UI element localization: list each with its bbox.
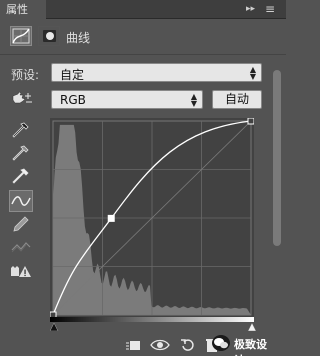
preset-select[interactable]: 自定 ▲ ▼ xyxy=(51,63,262,82)
watermark-text: 极致设计 xyxy=(234,338,267,356)
sample-white-point-eyedropper-icon[interactable] xyxy=(9,166,33,188)
on-image-adjust-hand-icon[interactable] xyxy=(10,90,34,108)
preset-label: 预设: xyxy=(11,68,40,82)
smooth-curve-icon[interactable] xyxy=(9,236,33,258)
curve-control-point[interactable] xyxy=(107,214,115,222)
black-point-slider-handle[interactable] xyxy=(50,322,59,331)
channel-value: RGB xyxy=(60,93,86,107)
curves-adjustment-icon[interactable] xyxy=(10,26,32,46)
panel-titlebar: 属性 ▸▸ ≡ xyxy=(0,0,286,19)
reset-icon[interactable] xyxy=(180,337,196,353)
curves-graph[interactable] xyxy=(49,117,255,319)
collapse-panel-icon[interactable]: ▸▸ xyxy=(246,0,255,19)
watermark: 极致设计 xyxy=(212,334,276,356)
toggle-visibility-eye-icon[interactable] xyxy=(150,337,170,353)
layer-mask-icon[interactable] xyxy=(38,26,60,46)
panel-menu-icon[interactable]: ≡ xyxy=(265,0,275,19)
sample-black-point-eyedropper-icon[interactable] xyxy=(9,120,33,142)
white-point-slider-handle[interactable] xyxy=(247,322,256,331)
clipping-warning-icon[interactable] xyxy=(9,261,33,283)
select-arrows-icon: ▲ ▼ xyxy=(249,65,256,81)
curve-control-point[interactable] xyxy=(247,117,255,125)
adjustment-title: 曲线 xyxy=(66,31,91,45)
sample-gray-point-eyedropper-icon[interactable] xyxy=(9,143,33,165)
properties-tab[interactable]: 属性 xyxy=(0,0,46,19)
properties-header: 曲线 xyxy=(0,19,286,55)
input-levels-slider[interactable] xyxy=(50,317,256,331)
clip-to-layer-icon[interactable] xyxy=(125,337,141,353)
preset-value: 自定 xyxy=(60,68,85,82)
channel-select[interactable]: RGB ▲ ▼ xyxy=(51,90,203,109)
select-arrows-icon: ▲ ▼ xyxy=(190,92,197,108)
watermark-logo xyxy=(212,335,230,351)
curves-svg xyxy=(49,117,255,319)
properties-tab-label: 属性 xyxy=(6,3,28,16)
draw-pencil-icon[interactable] xyxy=(9,213,33,235)
edit-points-curve-icon[interactable] xyxy=(9,190,33,212)
panel-scrollbar-thumb[interactable] xyxy=(273,70,281,246)
auto-button[interactable]: 自动 xyxy=(212,90,262,109)
